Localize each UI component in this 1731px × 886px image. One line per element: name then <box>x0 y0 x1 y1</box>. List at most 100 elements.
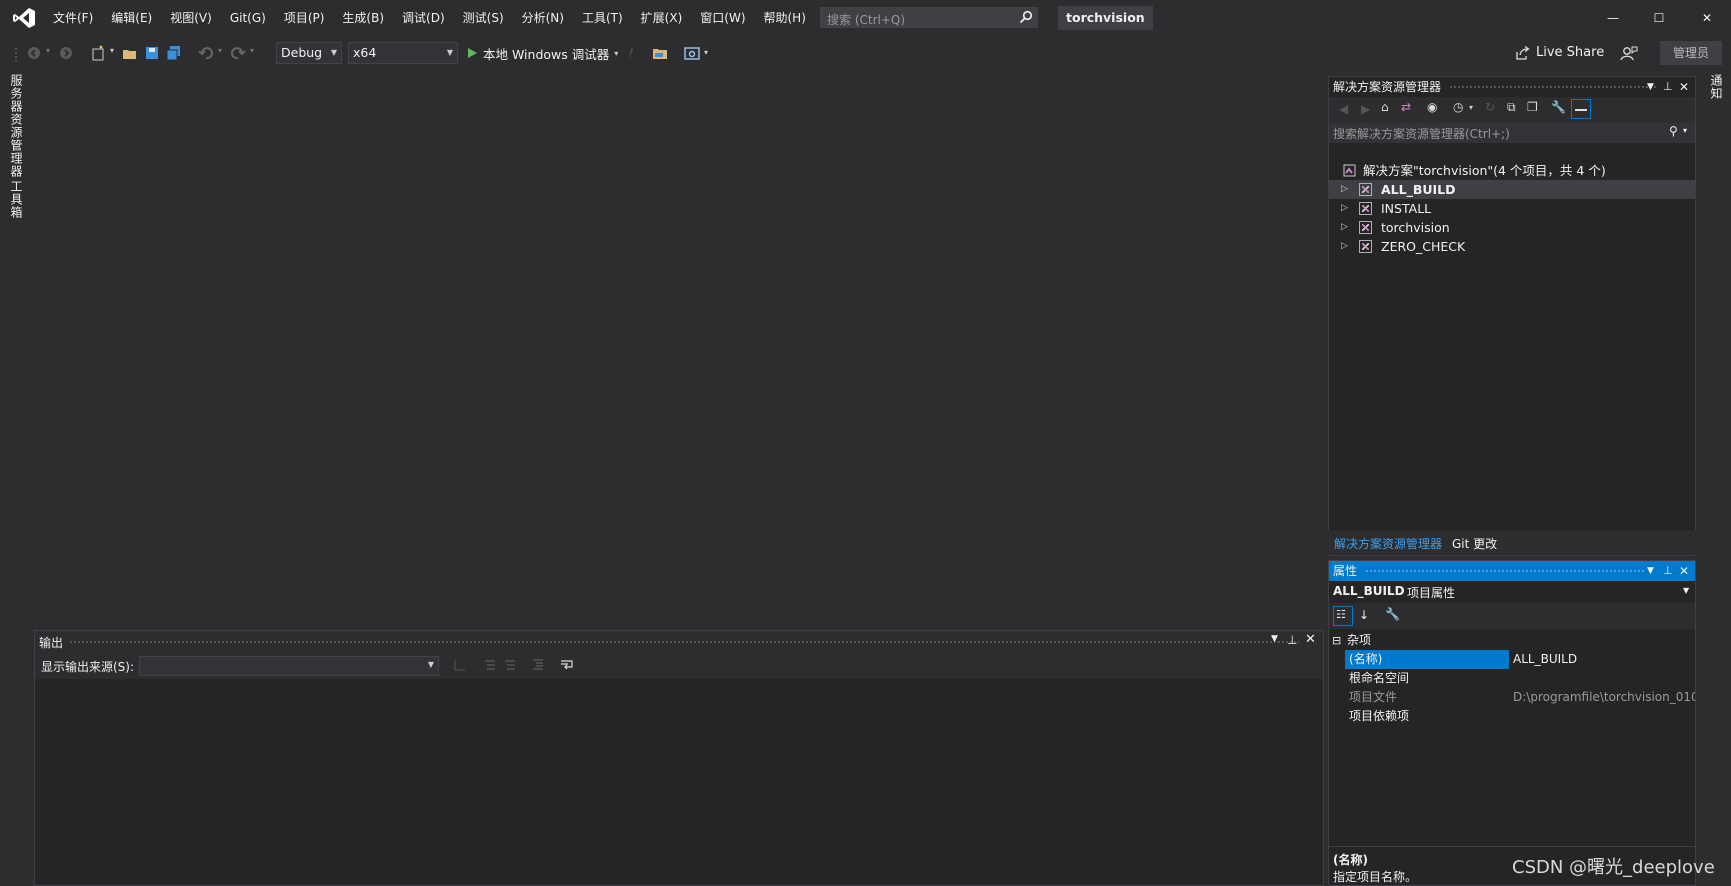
folder-view-icon[interactable] <box>652 45 668 61</box>
tree-item-zero-check[interactable]: ▷ ZERO_CHECK <box>1329 237 1695 256</box>
properties-object-select[interactable]: ALL_BUILD 项目属性 ▼ <box>1329 581 1695 603</box>
properties-wrench-icon[interactable]: 🔧 <box>1551 100 1566 114</box>
navigate-back-icon[interactable] <box>26 45 42 61</box>
tree-item-all-build[interactable]: ▷ ALL_BUILD <box>1329 180 1695 199</box>
feedback-icon[interactable] <box>1620 45 1638 61</box>
tab-solution-explorer[interactable]: 解决方案资源管理器 <box>1334 535 1442 552</box>
property-value[interactable] <box>1509 707 1695 726</box>
pane-menu-icon[interactable]: ▼ <box>1647 561 1654 581</box>
previous-message-icon[interactable] <box>483 658 497 672</box>
menu-build[interactable]: 生成(B) <box>333 0 393 36</box>
solution-platform-select[interactable]: x64 ▼ <box>348 42 458 64</box>
new-project-icon[interactable] <box>90 45 106 61</box>
expand-arrow-icon[interactable]: ▷ <box>1341 180 1348 199</box>
open-file-icon[interactable] <box>122 45 138 61</box>
output-source-select[interactable]: ▼ <box>139 656 439 676</box>
notifications-tab[interactable]: 通知 <box>1708 74 1725 100</box>
toolbox-tab[interactable]: 工具箱 <box>8 180 25 219</box>
pending-changes-icon[interactable]: ◉ <box>1427 100 1437 114</box>
collapse-all-icon[interactable]: ⧉ <box>1507 100 1516 115</box>
menu-extensions[interactable]: 扩展(X) <box>632 0 692 36</box>
toolbar-overflow-icon[interactable]: ▾ <box>704 48 708 57</box>
pin-icon[interactable]: ⊥ <box>1663 561 1673 581</box>
pane-menu-icon[interactable]: ▼ <box>1647 77 1654 97</box>
tree-item-torchvision[interactable]: ▷ torchvision <box>1329 218 1695 237</box>
search-options-icon[interactable]: ▾ <box>1683 126 1687 135</box>
solution-configuration-select[interactable]: Debug ▼ <box>276 42 342 64</box>
back-dropdown-icon[interactable]: ▾ <box>46 46 50 55</box>
pane-close-icon[interactable]: ✕ <box>1679 77 1689 97</box>
categorized-button[interactable]: ☷ <box>1333 606 1353 626</box>
property-value[interactable]: ALL_BUILD <box>1509 650 1695 669</box>
menu-analyze[interactable]: 分析(N) <box>513 0 573 36</box>
history-dropdown-icon[interactable]: ▾ <box>1469 103 1473 112</box>
expand-arrow-icon[interactable]: ▷ <box>1341 218 1348 237</box>
property-pages-icon[interactable]: 🔧 <box>1385 607 1400 621</box>
hot-reload-icon[interactable] <box>624 45 640 61</box>
solution-node[interactable]: 解决方案"torchvision"(4 个项目，共 4 个) <box>1329 161 1695 180</box>
search-input[interactable]: 搜索 (Ctrl+Q) <box>820 7 1038 28</box>
start-debugging-button[interactable]: 本地 Windows 调试器 ▾ <box>466 42 618 64</box>
tab-git-changes[interactable]: Git 更改 <box>1452 535 1497 552</box>
clear-all-icon[interactable] <box>531 658 545 672</box>
find-message-icon[interactable] <box>453 658 467 672</box>
new-dropdown-icon[interactable]: ▾ <box>110 46 114 55</box>
menu-view[interactable]: 视图(V) <box>161 0 221 36</box>
word-wrap-icon[interactable] <box>559 658 575 672</box>
run-dropdown-icon[interactable]: ▾ <box>614 49 618 58</box>
menu-tools[interactable]: 工具(T) <box>573 0 632 36</box>
property-row-dependencies[interactable]: 项目依赖项 <box>1329 707 1695 726</box>
menu-debug[interactable]: 调试(D) <box>393 0 454 36</box>
output-menu-icon[interactable]: ▼ <box>1271 634 1278 644</box>
solution-explorer-grip[interactable] <box>1449 85 1657 90</box>
home-icon[interactable]: ⌂ <box>1381 100 1389 114</box>
menu-help[interactable]: 帮助(H) <box>755 0 815 36</box>
property-category-row[interactable]: ⊟ 杂项 <box>1329 631 1695 650</box>
save-all-icon[interactable] <box>166 45 182 61</box>
property-value[interactable] <box>1509 669 1695 688</box>
forward-icon[interactable]: ▶ <box>1361 102 1370 116</box>
screenshot-icon[interactable] <box>684 45 700 61</box>
undo-dropdown-icon[interactable]: ▾ <box>218 46 222 55</box>
menu-test[interactable]: 测试(S) <box>454 0 513 36</box>
minimize-button[interactable]: — <box>1590 0 1636 36</box>
output-close-icon[interactable]: ✕ <box>1305 632 1316 647</box>
property-value[interactable]: D:\programfile\torchvision_0100 <box>1509 688 1695 707</box>
redo-dropdown-icon[interactable]: ▾ <box>250 46 254 55</box>
switch-views-icon[interactable]: ⇄ <box>1401 100 1411 114</box>
menu-edit[interactable]: 编辑(E) <box>102 0 161 36</box>
menu-file[interactable]: 文件(F) <box>44 0 102 36</box>
output-drag-grip[interactable] <box>69 640 1299 645</box>
navigate-forward-icon[interactable] <box>58 45 74 61</box>
history-icon[interactable]: ◷ <box>1453 100 1463 114</box>
property-row-root-namespace[interactable]: 根命名空间 <box>1329 669 1695 688</box>
live-share-button[interactable]: Live Share <box>1516 42 1604 64</box>
redo-icon[interactable] <box>230 45 246 61</box>
pin-icon[interactable]: ⊥ <box>1663 77 1673 97</box>
refresh-icon[interactable]: ↻ <box>1485 100 1495 114</box>
pane-close-icon[interactable]: ✕ <box>1679 561 1689 581</box>
admin-badge[interactable]: 管理员 <box>1660 41 1722 65</box>
property-row-name[interactable]: (名称) ALL_BUILD <box>1329 650 1695 669</box>
property-row-project-file[interactable]: 项目文件 D:\programfile\torchvision_0100 <box>1329 688 1695 707</box>
save-icon[interactable] <box>144 45 160 61</box>
preview-selected-button[interactable] <box>1571 99 1591 119</box>
expand-arrow-icon[interactable]: ▷ <box>1341 237 1348 256</box>
maximize-button[interactable]: ☐ <box>1636 0 1682 36</box>
back-icon[interactable]: ◀ <box>1339 102 1348 116</box>
toolbar-grip[interactable] <box>14 47 18 61</box>
pin-icon[interactable]: ⊥ <box>1287 633 1297 647</box>
close-button[interactable]: ✕ <box>1684 0 1730 36</box>
collapse-icon[interactable]: ⊟ <box>1332 631 1341 650</box>
alphabetical-icon[interactable]: ↓ <box>1359 608 1369 622</box>
menu-window[interactable]: 窗口(W) <box>691 0 754 36</box>
menu-git[interactable]: Git(G) <box>221 0 275 36</box>
solution-search-input[interactable]: 搜索解决方案资源管理器(Ctrl+;) ⚲ ▾ <box>1329 123 1695 143</box>
properties-grip[interactable] <box>1365 569 1645 574</box>
tree-item-install[interactable]: ▷ INSTALL <box>1329 199 1695 218</box>
menu-project[interactable]: 项目(P) <box>275 0 334 36</box>
server-explorer-tab[interactable]: 服务器资源管理器 <box>8 74 25 178</box>
expand-arrow-icon[interactable]: ▷ <box>1341 199 1348 218</box>
next-message-icon[interactable] <box>503 658 517 672</box>
show-all-files-icon[interactable]: ❐ <box>1527 100 1538 114</box>
